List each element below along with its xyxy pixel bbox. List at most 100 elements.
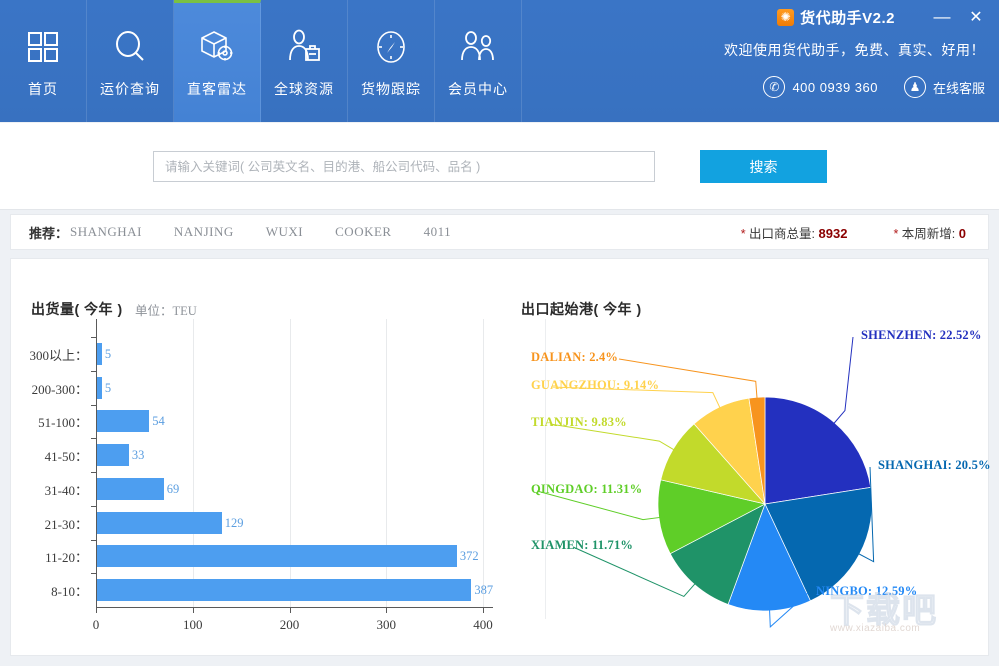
bar-chart-category-label: 200-300： [31, 381, 88, 397]
nav-item-direct-radar[interactable]: 直客雷达 [174, 0, 261, 122]
bar-chart-gridline [483, 319, 484, 607]
recommend-item-cooker[interactable]: COOKER [335, 224, 391, 240]
bar-chart-category-label: 300以上： [29, 347, 88, 363]
recommend-item-4011[interactable]: 4011 [424, 224, 452, 240]
bar-chart-bar[interactable] [97, 376, 102, 399]
bar-chart-x-tick-label: 0 [92, 617, 100, 632]
recommend-item-wuxi[interactable]: WUXI [266, 224, 303, 240]
search-input[interactable] [153, 151, 655, 182]
welcome-message: 欢迎使用货代助手，免费、真实、好用！ [724, 42, 985, 58]
bar-chart-value-label: 5 [104, 380, 112, 395]
phone-icon: ✆ [763, 76, 786, 98]
bar-chart-category-label: 51-100： [38, 415, 88, 431]
nav-label: 直客雷达 [187, 80, 247, 97]
export-origin-port-pie-chart: SHENZHEN: 22.52% SHANGHAI: 20.5% NINGBO: 1… [531, 259, 991, 657]
stat-star: * [740, 226, 746, 241]
headset-icon: ♟ [903, 76, 926, 98]
bar-chart-x-tick [386, 608, 388, 613]
window-titlebar: ✺ 货代助手V2.2 — ✕ [689, 0, 999, 34]
recommend-item-nanjing[interactable]: NANJING [174, 224, 234, 240]
bar-chart-x-tick [192, 608, 194, 613]
app-logo-icon: ✺ [777, 8, 795, 26]
nav-label: 首页 [28, 80, 58, 97]
bar-chart-x-tick-label: 100 [183, 617, 203, 632]
bar-chart-value-label: 129 [224, 515, 244, 530]
pie-leader-line [550, 386, 723, 413]
compass-icon [373, 24, 409, 70]
bar-chart-y-tick [91, 438, 96, 439]
bar-chart-value-label: 54 [152, 414, 165, 429]
nav-item-cargo-tracking[interactable]: 货物跟踪 [348, 0, 435, 122]
stat-label: 出口商总量: [749, 226, 816, 241]
nav-item-home[interactable]: 首页 [0, 0, 87, 122]
bar-chart-bar[interactable] [97, 579, 472, 602]
bar-chart-y-tick [91, 405, 96, 406]
bar-chart-y-tick [91, 472, 96, 473]
nav-label: 全球资源 [274, 80, 334, 97]
bar-chart-y-tick [91, 540, 96, 541]
bar-chart-x-tick [483, 608, 484, 613]
bar-chart-x-tick [289, 608, 291, 613]
nav-item-rate-query[interactable]: 运价查询 [87, 0, 174, 122]
bar-chart-value-label: 372 [459, 549, 479, 564]
bar-chart-value-label: 5 [104, 346, 112, 361]
pie-leader-lines [536, 336, 875, 628]
contact-bar: ✆ 400 0939 360 ♟ 在线客服 [763, 76, 985, 98]
grid-icon [25, 24, 61, 70]
minimize-button[interactable]: — [929, 4, 955, 30]
search-button[interactable]: 搜索 [700, 150, 827, 183]
charts-panel: 出货量( 今年 ) 单位：TEU 出口起始港( 今年 ) 300以上： 5 200-… [10, 258, 991, 657]
nav-label: 货物跟踪 [361, 80, 421, 97]
bar-chart-bar[interactable] [97, 444, 129, 467]
pie-leader-line [572, 546, 699, 598]
pie-leader-line [536, 490, 665, 521]
bar-chart-category-label: 41-50： [44, 449, 88, 465]
nav-label: 运价查询 [100, 80, 160, 97]
pie-leader-line [853, 466, 875, 563]
stat-star: * [893, 226, 899, 241]
bar-chart-y-tick [91, 573, 96, 574]
bar-chart-value-label: 69 [166, 481, 180, 496]
pie-leader-line [549, 423, 679, 453]
bar-chart-bar[interactable] [97, 342, 102, 365]
stat-value: 0 [958, 225, 966, 241]
shipment-volume-bar-chart: 300以上： 5 200-300： 5 51-100： 54 41-50： 33 31-40： 6… [11, 259, 531, 657]
pie-leader-line [830, 336, 854, 428]
bar-chart-y-tick [91, 506, 96, 507]
bar-chart-bar[interactable] [97, 477, 164, 500]
box-radar-icon [198, 24, 236, 70]
bar-chart-bar[interactable] [97, 511, 222, 534]
bar-chart-x-tick-label: 400 [473, 617, 493, 632]
stats-group: * 出口商总量: 8932 * 本周新增: 0 [695, 223, 988, 242]
bar-chart-value-label: 33 [131, 448, 145, 463]
stat-weekly-new: * 本周新增: 0 [893, 223, 966, 242]
bar-chart-category-label: 11-20： [45, 550, 88, 566]
magnifier-icon [112, 24, 148, 70]
person-briefcase-icon [286, 24, 322, 70]
bar-chart-bar[interactable] [97, 410, 150, 433]
phone-number: 400 0939 360 [792, 79, 878, 95]
bar-chart-bar[interactable] [97, 545, 457, 568]
nav-label: 会员中心 [448, 80, 508, 97]
close-button[interactable]: ✕ [963, 4, 989, 30]
stat-label: 本周新增: [901, 226, 956, 241]
bar-chart-category-label: 31-40： [44, 482, 88, 498]
two-people-icon [459, 24, 497, 70]
pie-leader-line [618, 358, 758, 404]
nav-item-global-resource[interactable]: 全球资源 [261, 0, 348, 122]
pie-leader-line [768, 592, 809, 628]
bar-chart-x-tick-label: 200 [279, 617, 300, 632]
bar-chart-x-tick [96, 608, 97, 613]
bar-chart-y-tick [91, 337, 96, 338]
bar-chart-x-tick-label: 300 [376, 617, 397, 632]
bar-chart-category-label: 8-10： [51, 584, 88, 600]
recommend-item-shanghai[interactable]: SHANGHAI [70, 224, 142, 240]
app-title: 货代助手V2.2 [800, 9, 895, 27]
online-service-link[interactable]: 在线客服 [933, 78, 985, 97]
nav-item-member-center[interactable]: 会员中心 [435, 0, 522, 122]
stat-total-exporters: * 出口商总量: 8932 [741, 223, 848, 242]
bar-chart-category-label: 21-30： [44, 516, 88, 532]
bar-chart-y-tick [91, 371, 96, 372]
stat-value: 8932 [818, 225, 848, 241]
bar-chart-value-label: 387 [474, 583, 494, 598]
